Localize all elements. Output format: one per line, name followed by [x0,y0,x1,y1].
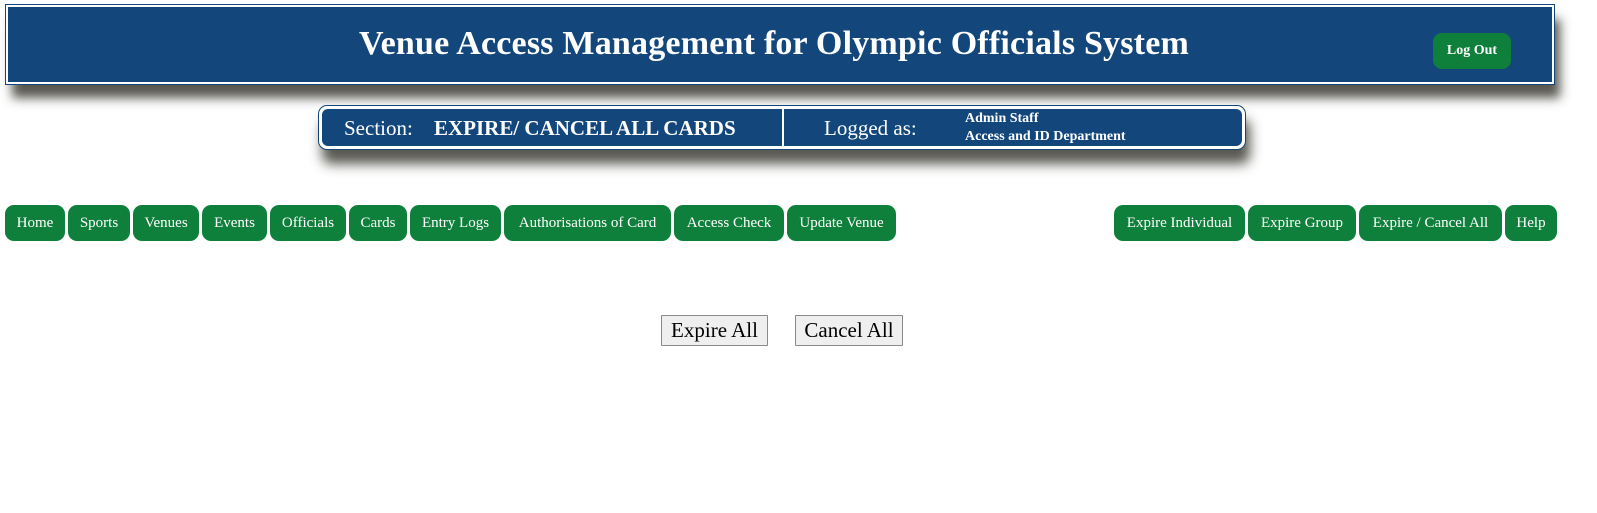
logout-button[interactable]: Log Out [1433,33,1511,69]
main-nav: Home Sports Venues Events Officials Card… [0,205,1597,241]
nav-expire-cancel-all[interactable]: Expire / Cancel All [1359,205,1502,241]
section-info-panel: Section: EXPIRE/ CANCEL ALL CARDS Logged… [322,109,1242,146]
nav-officials[interactable]: Officials [270,205,346,241]
user-name: Admin Staff [965,111,1039,126]
info-divider [782,109,784,146]
nav-cards[interactable]: Cards [349,205,407,241]
section-info-bar: Section: EXPIRE/ CANCEL ALL CARDS Logged… [318,105,1246,150]
expire-all-button[interactable]: Expire All [661,315,768,346]
nav-authorisations-of-card[interactable]: Authorisations of Card [504,205,671,241]
app-header: Venue Access Management for Olympic Offi… [5,4,1555,85]
nav-events[interactable]: Events [202,205,267,241]
nav-home[interactable]: Home [5,205,65,241]
section-label: Section: [344,116,413,140]
nav-expire-group[interactable]: Expire Group [1248,205,1356,241]
section-name: EXPIRE/ CANCEL ALL CARDS [434,116,736,140]
cancel-all-button[interactable]: Cancel All [795,315,903,346]
nav-venues[interactable]: Venues [133,205,199,241]
nav-update-venue[interactable]: Update Venue [787,205,896,241]
user-department: Access and ID Department [965,129,1126,144]
nav-sports[interactable]: Sports [68,205,130,241]
nav-access-check[interactable]: Access Check [674,205,784,241]
nav-help[interactable]: Help [1505,205,1557,241]
nav-entry-logs[interactable]: Entry Logs [410,205,501,241]
app-title: Venue Access Management for Olympic Offi… [358,25,1190,62]
logged-as-label: Logged as: [824,116,917,140]
nav-expire-individual[interactable]: Expire Individual [1114,205,1245,241]
